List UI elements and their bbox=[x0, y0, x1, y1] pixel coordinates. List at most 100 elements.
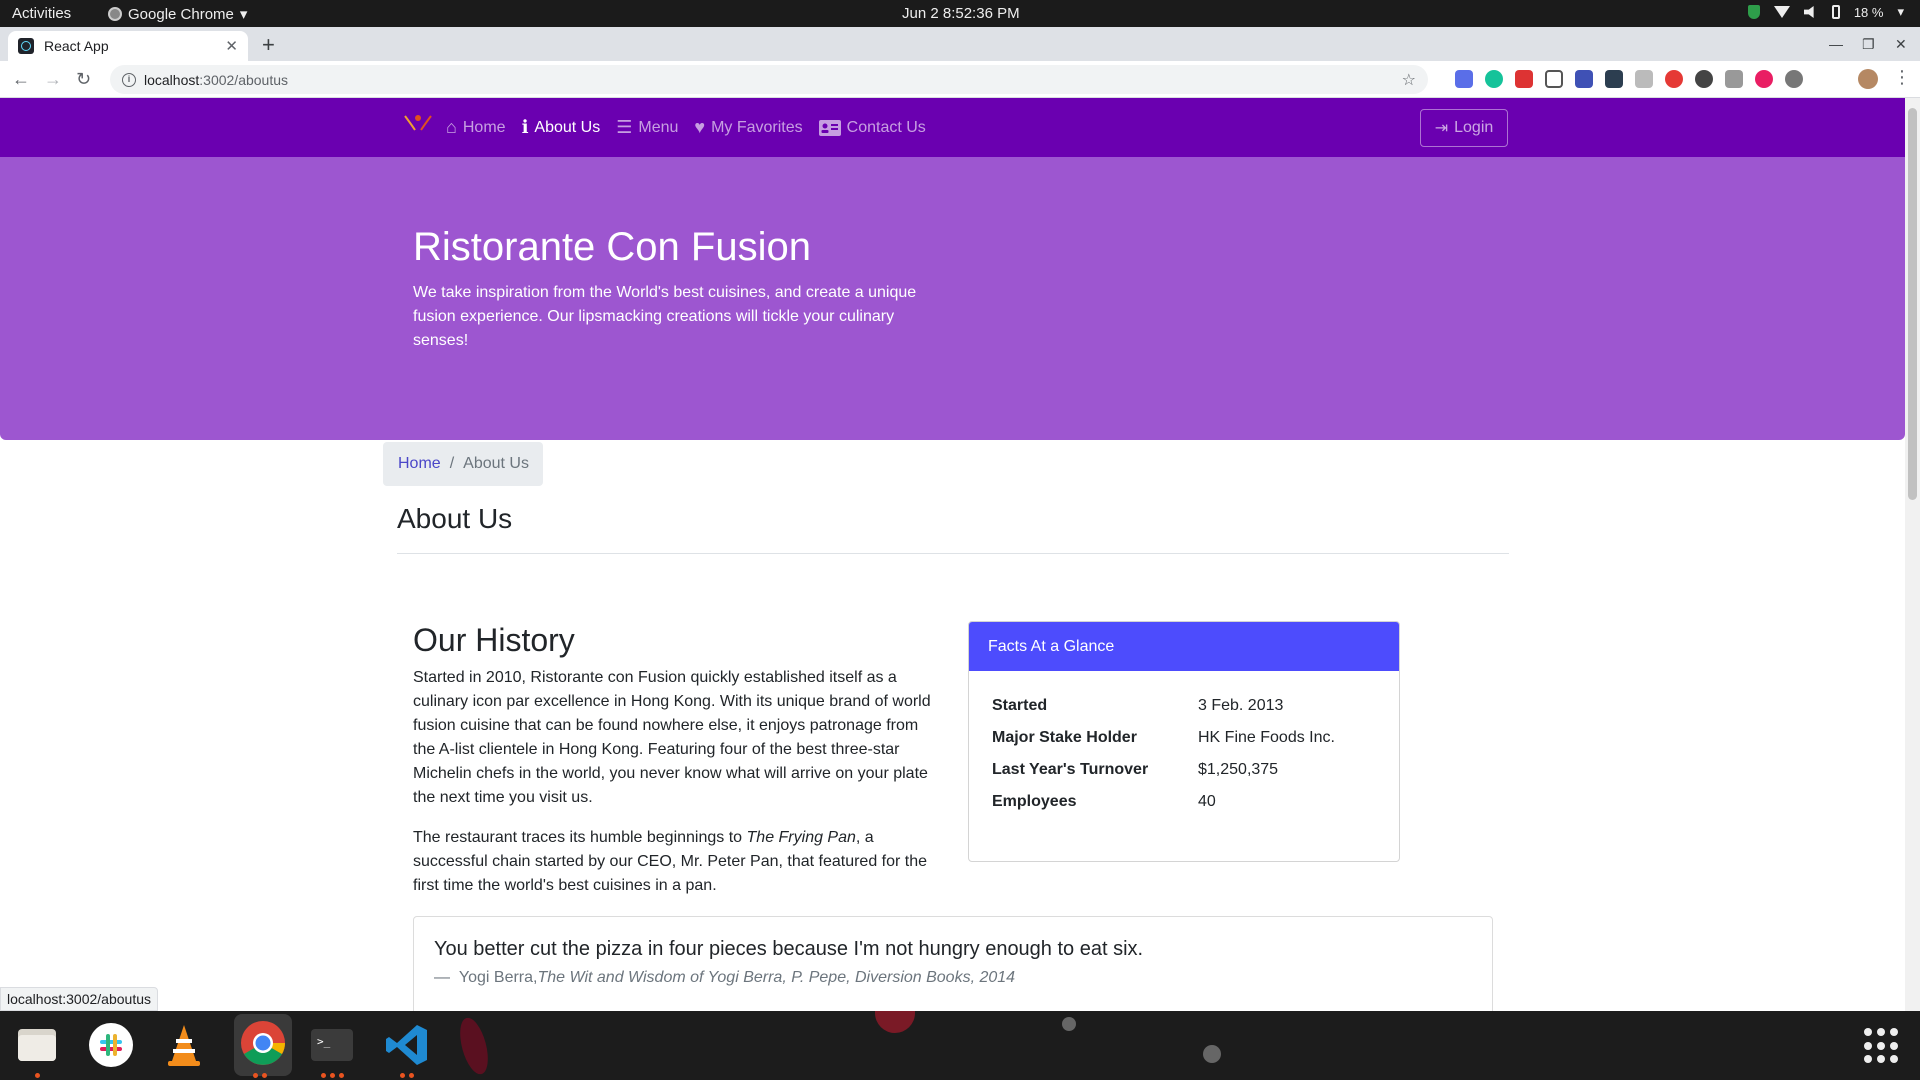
nav-home-label: Home bbox=[462, 118, 506, 136]
new-tab-button[interactable]: + bbox=[262, 32, 275, 58]
list-icon: ☰ bbox=[616, 117, 633, 137]
camera-extension-icon[interactable] bbox=[1725, 70, 1743, 88]
fact-key: Last Year's Turnover bbox=[992, 761, 1149, 778]
page-title: About Us bbox=[397, 503, 513, 534]
restaurant-logo-icon[interactable] bbox=[397, 110, 439, 142]
nav-contact-us[interactable]: Contact Us bbox=[818, 118, 926, 137]
caret-down-icon: ▾ bbox=[1897, 4, 1904, 19]
dark-extension-icon[interactable] bbox=[1605, 70, 1623, 88]
info-icon: ℹ bbox=[521, 117, 529, 137]
url-host: localhost bbox=[144, 71, 200, 88]
fact-row: Started 3 Feb. 2013 bbox=[992, 697, 1399, 729]
system-tray[interactable]: 18 % ▾ bbox=[1747, 4, 1904, 20]
history-p2-before: The restaurant traces its humble beginni… bbox=[413, 829, 747, 846]
browser-tab[interactable]: React App ✕ bbox=[8, 31, 248, 61]
system-top-bar: Activities Google Chrome ▾ Jun 2 8:52:36… bbox=[0, 0, 1920, 27]
facts-card: Facts At a Glance Started 3 Feb. 2013 Ma… bbox=[968, 621, 1400, 862]
extensions-row bbox=[1455, 70, 1803, 88]
nav-menu[interactable]: ☰ Menu bbox=[616, 117, 678, 138]
running-indicator bbox=[253, 1073, 267, 1078]
running-indicator bbox=[35, 1073, 40, 1078]
nav-my-favorites[interactable]: ♥ My Favorites bbox=[694, 117, 802, 138]
vlc-app-icon[interactable] bbox=[160, 1021, 208, 1069]
nav-home[interactable]: ⌂ Home bbox=[446, 117, 506, 138]
json-extension-icon[interactable] bbox=[1545, 70, 1563, 88]
history-paragraph-2: The restaurant traces its humble beginni… bbox=[413, 826, 938, 898]
reload-icon[interactable]: ↻ bbox=[76, 69, 91, 90]
close-tab-icon[interactable]: ✕ bbox=[225, 37, 238, 55]
wifi-icon bbox=[1773, 6, 1790, 18]
login-button[interactable]: ⇥ Login bbox=[1420, 109, 1508, 147]
clock[interactable]: Jun 2 8:52:36 PM bbox=[902, 5, 1020, 22]
slack-app-icon[interactable] bbox=[87, 1021, 135, 1069]
quote-footer: — Yogi Berra,The Wit and Wisdom of Yogi … bbox=[434, 969, 1015, 987]
heart-icon: ♥ bbox=[694, 117, 706, 137]
hand-extension-icon[interactable] bbox=[1665, 70, 1683, 88]
running-indicator bbox=[321, 1073, 344, 1078]
nav-contact-us-label: Contact Us bbox=[846, 118, 926, 136]
bookmark-star-icon[interactable]: ☆ bbox=[1402, 70, 1416, 90]
svg-text:>_: >_ bbox=[317, 1035, 331, 1048]
wallpaper-decoration bbox=[454, 1014, 494, 1078]
fact-value: 40 bbox=[1198, 793, 1216, 810]
profile-avatar[interactable] bbox=[1858, 69, 1878, 89]
jumbotron-text: We take inspiration from the World's bes… bbox=[413, 284, 917, 349]
breadcrumb-separator: / bbox=[449, 455, 455, 472]
show-applications-icon[interactable] bbox=[1864, 1028, 1900, 1064]
facts-card-header: Facts At a Glance bbox=[969, 622, 1399, 671]
fact-value: $1,250,375 bbox=[1198, 761, 1279, 778]
wallpaper-decoration bbox=[1062, 1017, 1076, 1031]
forward-icon[interactable]: → bbox=[44, 69, 62, 90]
address-card-icon bbox=[818, 119, 841, 136]
nav-my-favorites-label: My Favorites bbox=[711, 118, 803, 136]
activities-button[interactable]: Activities bbox=[12, 5, 71, 22]
close-window-icon[interactable]: ✕ bbox=[1895, 36, 1907, 53]
nav-about-us[interactable]: ℹ About Us bbox=[522, 117, 601, 138]
minimize-icon[interactable]: — bbox=[1829, 36, 1843, 52]
page-scrollbar[interactable] bbox=[1905, 98, 1920, 1011]
restore-icon[interactable]: ❐ bbox=[1862, 36, 1875, 53]
shield-icon bbox=[1747, 5, 1760, 19]
app-menu-label: Google Chrome bbox=[128, 5, 234, 23]
quote-citation: The Wit and Wisdom of Yogi Berra, P. Pep… bbox=[537, 969, 1016, 986]
grey-extension-icon[interactable] bbox=[1635, 70, 1653, 88]
back-icon[interactable]: ← bbox=[12, 69, 30, 90]
history-p2-emphasis: The Frying Pan bbox=[746, 829, 856, 846]
tab-strip: React App ✕ + — ❐ ✕ bbox=[0, 27, 1920, 61]
sign-in-icon: ⇥ bbox=[1434, 120, 1449, 137]
site-info-icon[interactable]: i bbox=[122, 72, 136, 87]
more-options-icon[interactable]: ⋮ bbox=[1893, 67, 1911, 88]
folder-icon bbox=[18, 1029, 56, 1061]
calendar-extension-icon[interactable] bbox=[1455, 70, 1473, 88]
wallpaper-decoration bbox=[1203, 1045, 1221, 1063]
battery-percent: 18 % bbox=[1853, 4, 1884, 20]
history-heading: Our History bbox=[413, 622, 575, 658]
pink-extension-icon[interactable] bbox=[1755, 70, 1773, 88]
toggle-extension-icon[interactable] bbox=[1785, 70, 1803, 88]
red-extension-icon[interactable] bbox=[1515, 70, 1533, 88]
breadcrumb: Home / About Us bbox=[383, 442, 543, 486]
jumbotron: Ristorante Con Fusion We take inspiratio… bbox=[0, 157, 1905, 440]
terminal-app-icon[interactable]: >_ bbox=[308, 1021, 356, 1069]
fact-key: Major Stake Holder bbox=[992, 729, 1137, 746]
grammarly-extension-icon[interactable] bbox=[1485, 70, 1503, 88]
vscode-app-icon[interactable] bbox=[383, 1021, 431, 1069]
wallpaper-decoration bbox=[875, 1011, 915, 1033]
app-menu[interactable]: Google Chrome ▾ bbox=[108, 5, 247, 23]
pen-extension-icon[interactable] bbox=[1575, 70, 1593, 88]
chrome-app-icon[interactable] bbox=[234, 1014, 292, 1076]
react-icon bbox=[18, 38, 34, 54]
battery-icon bbox=[1831, 5, 1840, 19]
home-icon: ⌂ bbox=[446, 117, 457, 137]
page-viewport: ⌂ Home ℹ About Us ☰ Menu ♥ My Favorites bbox=[0, 98, 1905, 1011]
files-app-icon[interactable] bbox=[13, 1021, 61, 1069]
terminal-icon: >_ bbox=[311, 1029, 353, 1061]
address-bar[interactable]: i localhost:3002/aboutus ☆ bbox=[110, 65, 1428, 94]
divider bbox=[397, 553, 1509, 554]
scrollbar-thumb[interactable] bbox=[1908, 108, 1917, 500]
url-path: :3002/aboutus bbox=[199, 71, 289, 88]
nav-links: ⌂ Home ℹ About Us ☰ Menu ♥ My Favorites bbox=[446, 98, 926, 157]
breadcrumb-home-link[interactable]: Home bbox=[398, 455, 441, 473]
facts-list: Started 3 Feb. 2013 Major Stake Holder H… bbox=[969, 671, 1399, 825]
circle-extension-icon[interactable] bbox=[1695, 70, 1713, 88]
